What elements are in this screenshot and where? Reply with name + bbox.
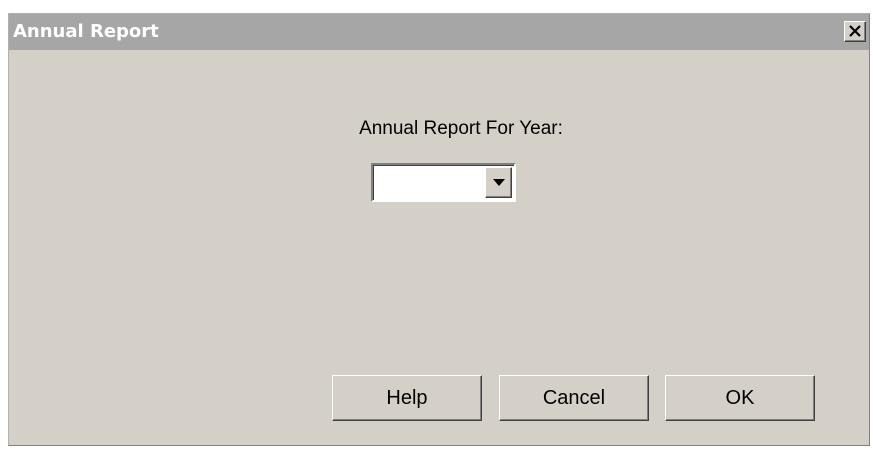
help-button[interactable]: Help — [332, 375, 482, 421]
close-icon — [849, 22, 861, 42]
cancel-button[interactable]: Cancel — [499, 375, 649, 421]
year-select[interactable] — [371, 163, 516, 202]
annual-report-dialog: Annual Report Annual Report For Year: He… — [8, 13, 870, 446]
year-dropdown-button[interactable] — [485, 167, 512, 198]
year-label: Annual Report For Year: — [359, 118, 563, 139]
ok-button[interactable]: OK — [665, 375, 815, 421]
window-title: Annual Report — [13, 21, 159, 42]
close-button[interactable] — [844, 21, 866, 42]
title-bar[interactable]: Annual Report — [9, 14, 869, 50]
